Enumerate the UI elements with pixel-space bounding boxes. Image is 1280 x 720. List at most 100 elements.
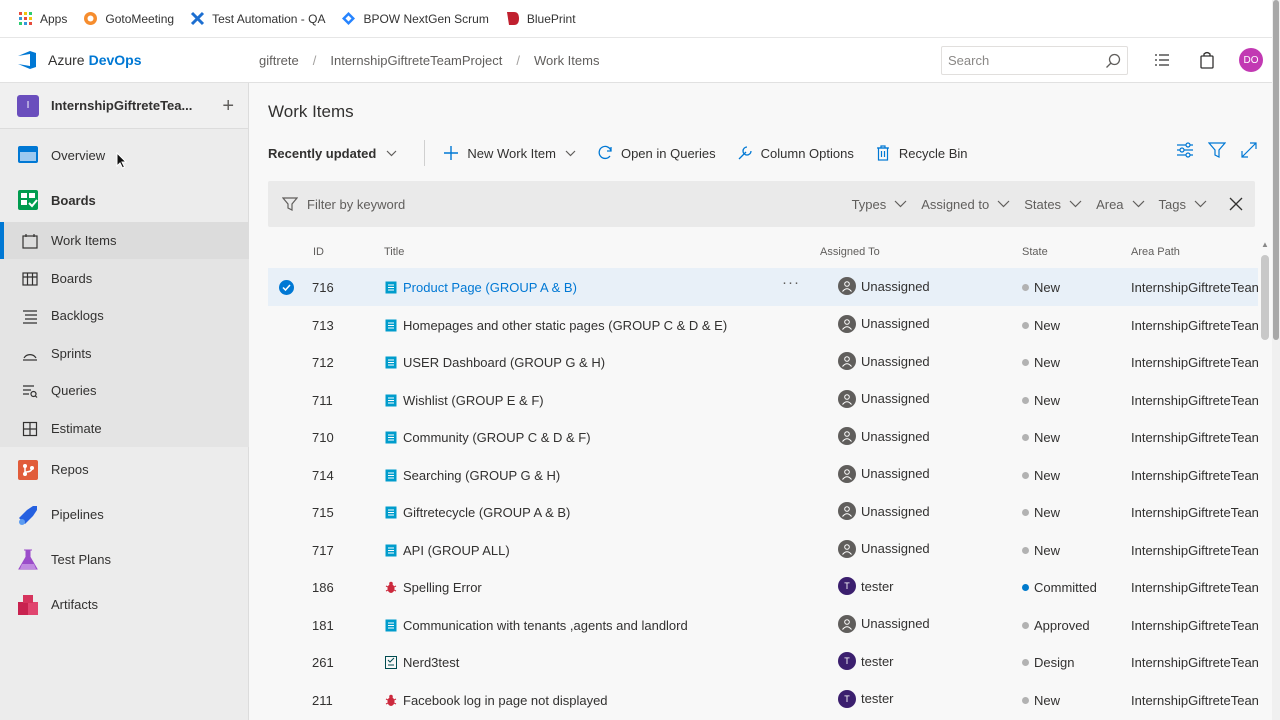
table-row[interactable]: 715 Giftretecycle (GROUP A & B) Unassigned…	[268, 493, 1259, 531]
column-header-id[interactable]: ID	[313, 246, 324, 258]
sidebar-item-sprints[interactable]: Sprints	[0, 335, 249, 372]
row-title-link[interactable]: Facebook log in page not displayed	[403, 693, 608, 708]
filter-area-dropdown[interactable]: Area	[1096, 197, 1144, 212]
row-assigned-to[interactable]: Ttester	[838, 577, 894, 595]
column-header-title[interactable]: Title	[384, 246, 404, 258]
row-title-link[interactable]: Homepages and other static pages (GROUP …	[403, 318, 727, 333]
page-scrollbar-thumb[interactable]	[1273, 0, 1279, 340]
table-row[interactable]: 717 API (GROUP ALL) Unassigned New Internshi…	[268, 531, 1259, 569]
wrench-icon	[738, 146, 752, 160]
search-input[interactable]: Search	[941, 46, 1128, 75]
column-header-area[interactable]: Area Path	[1131, 246, 1180, 258]
page-scrollbar[interactable]	[1272, 0, 1280, 720]
breadcrumb-project[interactable]: InternshipGiftreteTeamProject	[330, 53, 502, 68]
row-title-link[interactable]: Searching (GROUP G & H)	[403, 468, 560, 483]
bookmark-gotomeeting[interactable]: GotoMeeting	[83, 11, 174, 26]
filter-types-dropdown[interactable]: Types	[852, 197, 908, 212]
view-selector-dropdown[interactable]: Recently updated	[268, 146, 397, 161]
filter-states-dropdown[interactable]: States	[1024, 197, 1082, 212]
column-header-state[interactable]: State	[1022, 246, 1048, 258]
row-title-link[interactable]: Wishlist (GROUP E & F)	[403, 393, 544, 408]
fullscreen-icon[interactable]	[1240, 141, 1258, 159]
row-title-link[interactable]: Communication with tenants ,agents and l…	[403, 618, 688, 633]
sidebar-item-queries[interactable]: Queries	[0, 372, 249, 409]
add-icon[interactable]: +	[222, 95, 234, 118]
search-icon[interactable]	[1105, 53, 1121, 69]
project-selector[interactable]: I InternshipGiftreteTea... +	[0, 83, 248, 129]
bookmark-apps[interactable]: Apps	[18, 11, 67, 26]
row-title-link[interactable]: Giftretecycle (GROUP A & B)	[403, 505, 570, 520]
row-assigned-to[interactable]: Unassigned	[838, 277, 930, 295]
recycle-bin-button[interactable]: Recycle Bin	[875, 145, 968, 161]
bookmark-blueprint[interactable]: BluePrint	[505, 11, 576, 26]
sidebar-item-boards[interactable]: Boards	[0, 260, 249, 297]
sidebar-item-label: Test Plans	[51, 552, 111, 567]
scroll-up-icon[interactable]: ▲	[1261, 240, 1269, 249]
row-id: 181	[312, 617, 334, 633]
table-row[interactable]: 712 USER Dashboard (GROUP G & H) Unassigne…	[268, 343, 1259, 381]
column-options-button[interactable]: Column Options	[737, 145, 854, 161]
task-list-icon[interactable]	[1152, 50, 1172, 70]
bookmark-bpow[interactable]: BPOW NextGen Scrum	[341, 11, 489, 26]
view-options-icon[interactable]	[1176, 141, 1194, 159]
table-row[interactable]: 211 Facebook log in page not displayed Tte…	[268, 681, 1259, 719]
row-title-link[interactable]: Community (GROUP C & D & F)	[403, 430, 591, 445]
user-avatar[interactable]: DO	[1239, 48, 1263, 72]
row-title-link[interactable]: Product Page (GROUP A & B)	[403, 280, 577, 295]
table-row[interactable]: 181 Communication with tenants ,agents an…	[268, 606, 1259, 644]
filter-tags-dropdown[interactable]: Tags	[1159, 197, 1207, 212]
chevron-down-icon[interactable]	[565, 150, 576, 157]
marketplace-bag-icon[interactable]	[1197, 50, 1217, 70]
new-work-item-button[interactable]: New Work Item	[443, 145, 576, 161]
column-header-assigned[interactable]: Assigned To	[820, 246, 880, 258]
row-assigned-to[interactable]: Unassigned	[838, 502, 930, 520]
row-title-link[interactable]: Nerd3test	[403, 655, 459, 670]
row-assigned-to[interactable]: Unassigned	[838, 314, 930, 333]
open-in-queries-button[interactable]: Open in Queries	[597, 145, 716, 161]
table-row[interactable]: 716 Product Page (GROUP A & B) ··· Unassign…	[268, 268, 1259, 306]
row-selected-check-icon[interactable]	[279, 280, 294, 295]
assigned-name: Unassigned	[861, 466, 930, 481]
row-assigned-to[interactable]: Ttester	[838, 652, 894, 670]
table-row[interactable]: 713 Homepages and other static pages (GRO…	[268, 306, 1259, 344]
keyword-filter-bar[interactable]: Filter by keyword Types Assigned to Stat…	[268, 181, 1255, 227]
sidebar-item-pipelines[interactable]: Pipelines	[0, 492, 249, 537]
sidebar-item-test-plans[interactable]: Test Plans	[0, 537, 249, 582]
row-assigned-to[interactable]: Unassigned	[838, 539, 930, 558]
table-scrollbar[interactable]: ▲	[1258, 237, 1272, 720]
sidebar-item-work-items[interactable]: Work Items	[0, 222, 249, 259]
sidebar-item-artifacts[interactable]: Artifacts	[0, 582, 249, 627]
close-icon[interactable]	[1229, 197, 1243, 211]
sidebar-item-repos[interactable]: Repos	[0, 447, 249, 492]
sidebar-item-boards-hub[interactable]: Boards	[0, 178, 249, 222]
scrollbar-thumb[interactable]	[1261, 255, 1269, 340]
chevron-down-icon	[1132, 200, 1144, 208]
bookmark-test-automation[interactable]: Test Automation - QA	[190, 11, 325, 26]
row-assigned-to[interactable]: Ttester	[838, 689, 894, 708]
more-actions-icon[interactable]: ···	[782, 274, 800, 291]
sidebar-item-label: Queries	[51, 383, 97, 398]
filter-assigned-dropdown[interactable]: Assigned to	[921, 197, 1010, 212]
table-row[interactable]: 710 Community (GROUP C & D & F) Unassigned…	[268, 418, 1259, 456]
sidebar-item-estimate[interactable]: Estimate	[0, 410, 249, 447]
row-assigned-to[interactable]: Unassigned	[838, 352, 930, 370]
table-row[interactable]: 714 Searching (GROUP G & H) Unassigned New I…	[268, 456, 1259, 494]
sidebar-item-label: Repos	[51, 462, 89, 477]
apps-grid-icon	[19, 12, 32, 25]
row-title-link[interactable]: Spelling Error	[403, 580, 482, 595]
mouse-cursor-icon	[116, 152, 127, 169]
breadcrumb-page[interactable]: Work Items	[534, 53, 600, 68]
filter-icon[interactable]	[1208, 141, 1226, 159]
row-title-link[interactable]: API (GROUP ALL)	[403, 543, 510, 558]
row-title-link[interactable]: USER Dashboard (GROUP G & H)	[403, 355, 605, 370]
row-assigned-to[interactable]: Unassigned	[838, 614, 930, 633]
row-assigned-to[interactable]: Unassigned	[838, 427, 930, 445]
table-row[interactable]: 711 Wishlist (GROUP E & F) Unassigned New In…	[268, 381, 1259, 419]
table-row[interactable]: 261 Nerd3test Ttester Design InternshipGiftr…	[268, 643, 1259, 681]
breadcrumb-organization[interactable]: giftrete	[259, 53, 299, 68]
azure-devops-home[interactable]: Azure DevOps	[0, 49, 250, 71]
row-assigned-to[interactable]: Unassigned	[838, 464, 930, 483]
table-row[interactable]: 186 Spelling Error Ttester Committed Interns…	[268, 568, 1259, 606]
row-assigned-to[interactable]: Unassigned	[838, 389, 930, 408]
sidebar-item-backlogs[interactable]: Backlogs	[0, 297, 249, 334]
